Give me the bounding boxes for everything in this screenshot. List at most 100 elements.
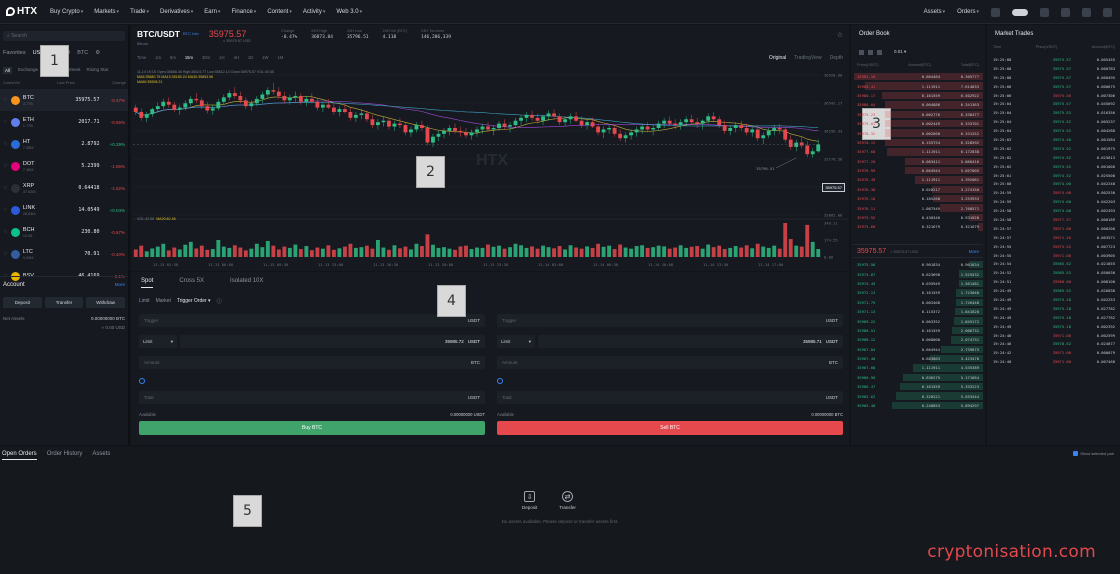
- nav-item-trade[interactable]: Trade▾: [130, 9, 149, 15]
- chart-view-depth[interactable]: Depth: [830, 55, 843, 61]
- interval-1w[interactable]: 1W: [262, 55, 268, 60]
- order-type-limit[interactable]: Limit: [139, 298, 150, 305]
- tab-open-orders[interactable]: Open Orders: [2, 451, 37, 460]
- show-selected-pair-checkbox[interactable]: Show selected pair: [1073, 451, 1114, 456]
- theme-toggle[interactable]: [1012, 8, 1028, 16]
- nav-item-buy-crypto[interactable]: Buy Crypto▾: [50, 9, 83, 15]
- star-icon[interactable]: ☆: [3, 207, 8, 213]
- list-item[interactable]: ☆ BTC 3.77B 35975.57 -0.47%: [0, 89, 128, 111]
- list-item[interactable]: ☆ ETH 1.77B 2017.71 -0.55%: [0, 111, 128, 133]
- market-tab-btc[interactable]: BTC: [77, 50, 88, 56]
- interval-1m[interactable]: 1M: [277, 55, 283, 60]
- table-row[interactable]: 35965.62 0.320221 5.653444: [853, 391, 983, 400]
- nav-assets[interactable]: Assets▾: [924, 9, 946, 15]
- account-more-link[interactable]: More: [115, 282, 125, 288]
- tab-spot[interactable]: Spot: [141, 278, 154, 288]
- interval-30m[interactable]: 30m: [202, 55, 210, 60]
- buy-amount-input[interactable]: Amount BTC: [139, 356, 485, 369]
- nav-item-derivatives[interactable]: Derivatives▾: [160, 9, 193, 15]
- bell-icon[interactable]: [1061, 7, 1070, 17]
- list-item[interactable]: ☆ DOT 7.36M 5.2399 -1.56%: [0, 155, 128, 177]
- table-row[interactable]: 35976.11 1.087549 2.768571: [853, 203, 983, 212]
- table-row[interactable]: 35972.13 0.161559 1.723040: [853, 288, 983, 297]
- table-row[interactable]: 35981.18 0.664484 8.305777: [853, 72, 983, 81]
- buy-price-type-select[interactable]: Limit ▾: [139, 335, 177, 348]
- sell-price-type-select[interactable]: Limit ▾: [497, 335, 535, 348]
- table-row[interactable]: 35971.13 0.115372 1.841820: [853, 307, 983, 316]
- table-row[interactable]: 35976.99 0.664944 5.057005: [853, 166, 983, 175]
- order-type-market[interactable]: Market: [156, 298, 171, 305]
- tab-isolated[interactable]: Isolated 10X: [230, 278, 263, 288]
- nav-item-markets[interactable]: Markets▾: [94, 9, 119, 15]
- table-row[interactable]: 35974.45 0.035949 1.561481: [853, 279, 983, 288]
- download-icon[interactable]: [1040, 7, 1049, 17]
- htx-logo[interactable]: HTX: [6, 6, 42, 17]
- view-both-icon[interactable]: [859, 49, 864, 55]
- table-row[interactable]: 35966.90 0.636275 5.171664: [853, 373, 983, 382]
- sell-button[interactable]: Sell BTC: [497, 421, 843, 435]
- table-row[interactable]: 35975.56 0.901834 0.901834: [853, 260, 983, 269]
- market-tab-favorites[interactable]: Favorites: [3, 50, 26, 56]
- table-row[interactable]: 35967.40 0.683803 3.423478: [853, 354, 983, 363]
- buy-amount-slider[interactable]: [139, 377, 485, 385]
- table-row[interactable]: 35975.68 0.321679 0.321679: [853, 222, 983, 231]
- list-item[interactable]: ☆ LINK 26.64M 14.0549 +0.04%: [0, 199, 128, 221]
- gear-icon[interactable]: ⚙: [95, 50, 100, 56]
- interval-time[interactable]: Time: [137, 55, 146, 60]
- empty-deposit-button[interactable]: ⇩ Deposit: [522, 491, 537, 510]
- pair-title[interactable]: BTC/USDT: [137, 29, 180, 39]
- table-row[interactable]: 35967.08 1.111911 4.535389: [853, 363, 983, 372]
- table-row[interactable]: 35966.47 0.161559 5.333223: [853, 382, 983, 391]
- buy-price-input[interactable]: 35985.72 USDT: [180, 335, 485, 348]
- star-icon[interactable]: ☆: [3, 97, 8, 103]
- market-search-input[interactable]: ⌕ Search: [3, 31, 125, 41]
- star-icon[interactable]: ☆: [3, 119, 8, 125]
- interval-4h[interactable]: 4H: [233, 55, 238, 60]
- nav-item-finance[interactable]: Finance▾: [231, 9, 256, 15]
- table-row[interactable]: 35974.87 0.623698 1.525532: [853, 269, 983, 278]
- nav-item-web-3-0[interactable]: Web 3.0▾: [336, 9, 362, 15]
- transfer-button[interactable]: Transfer: [44, 297, 84, 308]
- market-subtab-exchange[interactable]: Exchange: [18, 67, 38, 74]
- slider-handle[interactable]: [497, 378, 503, 384]
- precision-select[interactable]: 0.01 ▾: [894, 49, 906, 55]
- table-row[interactable]: 35977.20 0.003411 5.060416: [853, 157, 983, 166]
- chart-view-original[interactable]: Original: [769, 55, 786, 61]
- table-row[interactable]: 35977.68 1.111911 6.172838: [853, 147, 983, 156]
- sell-total-input[interactable]: Total USDT: [497, 391, 843, 404]
- tab-order-history[interactable]: Order History: [47, 451, 83, 460]
- table-row[interactable]: 35971.75 0.003408 1.726448: [853, 298, 983, 307]
- interval-15m[interactable]: 15m: [185, 55, 193, 60]
- list-item[interactable]: ☆ HT 7.35M 2.8792 +0.29%: [0, 133, 128, 155]
- star-icon[interactable]: ☆: [837, 31, 843, 39]
- table-row[interactable]: 35980.17 0.161559 6.502922: [853, 91, 983, 100]
- avatar-icon[interactable]: [991, 7, 1000, 17]
- nav-orders[interactable]: Orders▾: [957, 9, 979, 15]
- deposit-button[interactable]: Deposit: [3, 297, 42, 308]
- table-row[interactable]: 35980.41 1.111911 7.614833: [853, 81, 983, 90]
- interval-1m[interactable]: 1m: [155, 55, 161, 60]
- view-asks-icon[interactable]: [877, 49, 882, 55]
- table-row[interactable]: 35976.18 0.185268 3.253933: [853, 194, 983, 203]
- star-icon[interactable]: ☆: [3, 163, 8, 169]
- star-icon[interactable]: ☆: [3, 185, 8, 191]
- buy-button[interactable]: Buy BTC: [139, 421, 485, 435]
- list-item[interactable]: ☆ XRP 37.63M 0.64418 -1.52%: [0, 177, 128, 199]
- nav-item-earn[interactable]: Earn▾: [204, 9, 220, 15]
- info-icon[interactable]: ⓘ: [217, 298, 222, 305]
- table-row[interactable]: 35967.84 0.664944 2.739675: [853, 345, 983, 354]
- view-bids-icon[interactable]: [868, 49, 873, 55]
- nav-item-content[interactable]: Content▾: [267, 9, 292, 15]
- tab-cross[interactable]: Cross 5X: [179, 278, 204, 288]
- market-subtab-rising-star[interactable]: Rising Star: [87, 67, 109, 74]
- sell-amount-slider[interactable]: [497, 377, 843, 385]
- interval-1h[interactable]: 1H: [219, 55, 224, 60]
- price-chart[interactable]: 36928.0036542.1736156.3335770.5035390.67…: [131, 65, 849, 271]
- table-row[interactable]: 35965.40 0.240853 5.894297: [853, 401, 983, 410]
- slider-handle[interactable]: [139, 378, 145, 384]
- gear-icon[interactable]: [1103, 7, 1112, 17]
- table-row[interactable]: 35968.51 0.161559 2.006731: [853, 326, 983, 335]
- interval-1d[interactable]: 1D: [248, 55, 253, 60]
- withdraw-button[interactable]: Withdraw: [86, 297, 126, 308]
- empty-transfer-button[interactable]: ⇄ Transfer: [559, 491, 576, 510]
